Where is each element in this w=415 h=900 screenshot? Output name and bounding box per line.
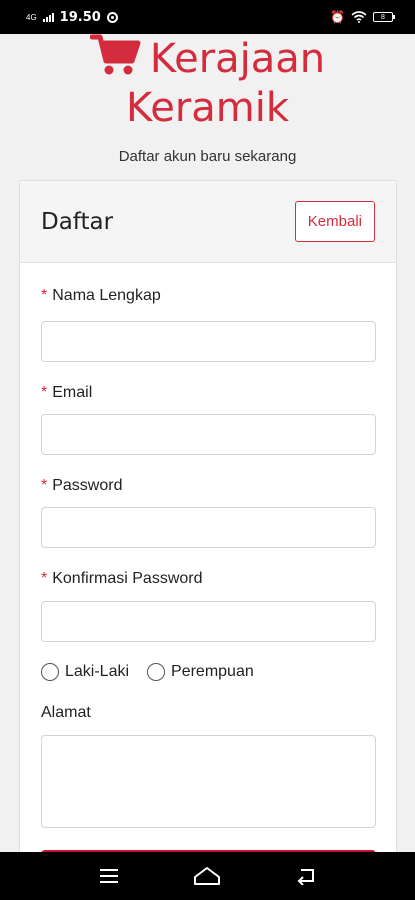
gender-male-label: Laki-Laki: [65, 663, 130, 680]
notification-icon: [106, 11, 118, 23]
required-mark: *: [41, 384, 48, 401]
address-label-text: Alamat: [41, 704, 91, 721]
brand-name-line1: Kerajaan: [149, 36, 326, 82]
required-mark: *: [41, 570, 48, 587]
gender-option-female[interactable]: Perempuan: [147, 663, 254, 681]
required-mark: *: [41, 477, 48, 494]
gender-female-label: Perempuan: [171, 663, 254, 680]
radio-male[interactable]: [41, 663, 59, 681]
system-nav-bar: [0, 852, 415, 900]
email-label: * Email: [41, 382, 375, 404]
status-time: 19.50: [59, 9, 101, 25]
full-name-label-text: Nama Lengkap: [52, 287, 161, 304]
password-label: * Password: [41, 475, 375, 497]
register-form: * Nama Lengkap * Email * Password * Konf…: [20, 285, 396, 828]
password-input[interactable]: [41, 507, 376, 548]
alarm-icon: ⏰: [330, 10, 345, 24]
shopping-cart-icon: [89, 34, 141, 75]
wifi-icon: [351, 11, 367, 23]
address-textarea[interactable]: [41, 735, 376, 828]
status-bar: 4G 19.50 ⏰ 8: [0, 0, 415, 34]
password-label-text: Password: [52, 477, 123, 494]
register-card: Daftar Kembali * Nama Lengkap * Email * …: [19, 180, 397, 860]
gender-radio-group: Laki-Laki Perempuan: [41, 660, 375, 684]
card-title: Daftar: [41, 208, 114, 235]
radio-female[interactable]: [147, 663, 166, 681]
required-mark: *: [41, 287, 48, 304]
menu-icon[interactable]: [91, 861, 127, 891]
card-header: Daftar Kembali: [20, 181, 396, 263]
brand-name-line2: Keramik: [125, 85, 290, 131]
email-input[interactable]: [41, 414, 376, 455]
full-name-input[interactable]: [41, 321, 376, 362]
home-icon[interactable]: [189, 861, 225, 891]
battery-level: 8: [381, 13, 385, 21]
gender-option-male[interactable]: Laki-Laki: [41, 663, 129, 681]
status-right: ⏰ 8: [330, 10, 395, 24]
back-icon[interactable]: [288, 861, 324, 891]
email-label-text: Email: [52, 384, 93, 401]
full-name-label: * Nama Lengkap: [41, 285, 375, 307]
status-left: 4G 19.50: [26, 10, 118, 25]
confirm-password-input[interactable]: [41, 601, 376, 642]
back-button[interactable]: Kembali: [294, 201, 375, 242]
signal-icon: [42, 12, 54, 22]
brand-logo: Kerajaan Keramik: [0, 34, 415, 132]
page-subtitle: Daftar akun baru sekarang: [118, 148, 297, 165]
confirm-password-label: * Konfirmasi Password: [41, 568, 375, 590]
address-label: Alamat: [41, 702, 375, 724]
signal-type: 4G: [26, 12, 37, 22]
confirm-password-label-text: Konfirmasi Password: [52, 570, 203, 587]
battery-icon: 8: [373, 12, 395, 22]
